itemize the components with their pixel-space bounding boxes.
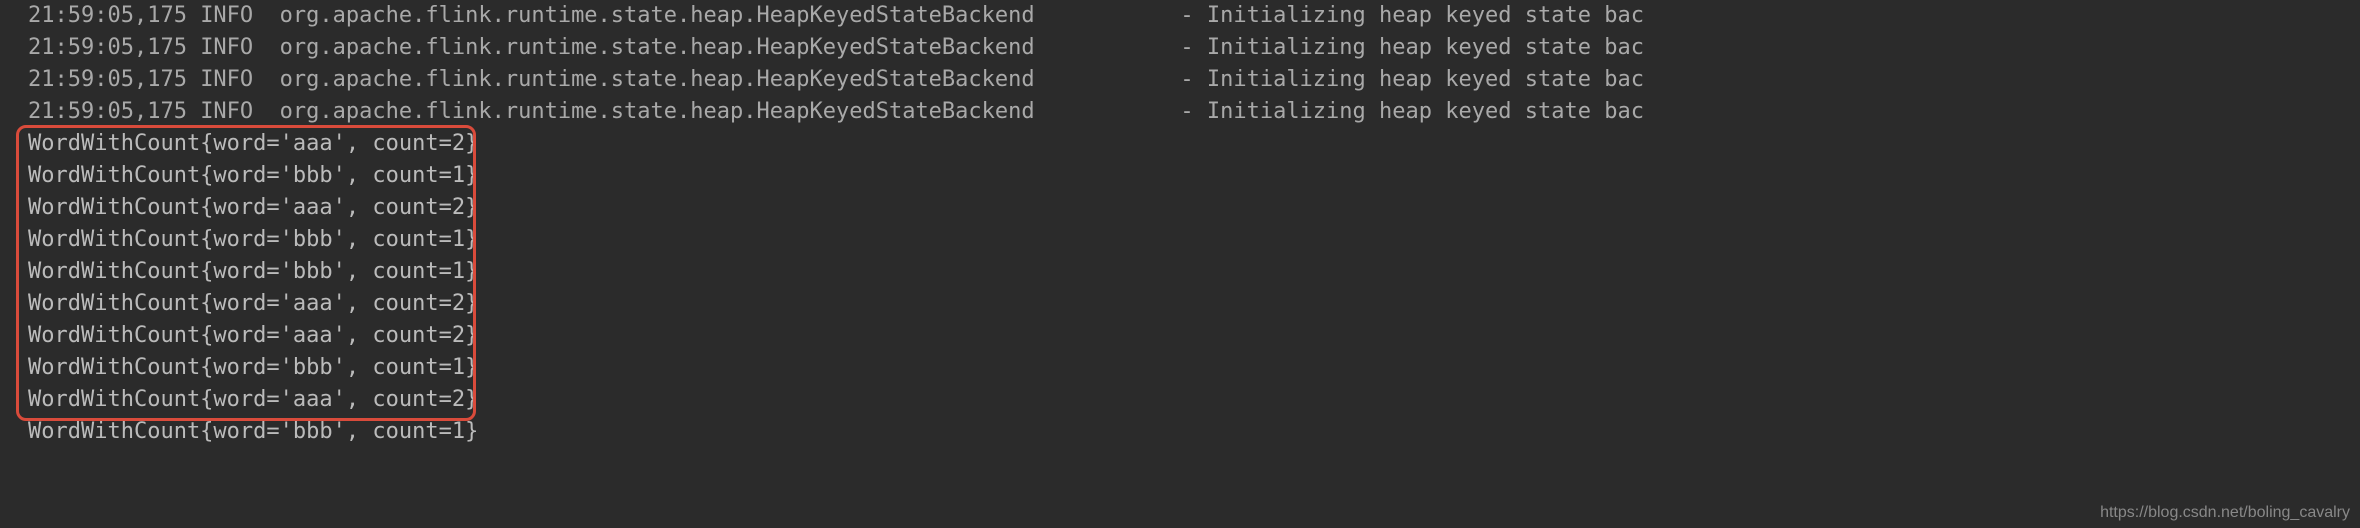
log-separator: - — [1180, 0, 1207, 32]
log-line: 21:59:05,175 INFO org.apache.flink.runti… — [0, 0, 2360, 32]
log-class: org.apache.flink.runtime.state.heap.Heap… — [280, 32, 1181, 64]
log-message: Initializing heap keyed state bac — [1207, 0, 1644, 32]
output-line: WordWithCount{word='aaa', count=2} — [0, 384, 2360, 416]
watermark-text: https://blog.csdn.net/boling_cavalry — [2100, 504, 2350, 522]
output-line: WordWithCount{word='bbb', count=1} — [0, 352, 2360, 384]
output-line: WordWithCount{word='bbb', count=1} — [0, 160, 2360, 192]
log-level: INFO — [200, 64, 279, 96]
log-line: 21:59:05,175 INFO org.apache.flink.runti… — [0, 32, 2360, 64]
log-timestamp: 21:59:05,175 — [28, 32, 200, 64]
output-line: WordWithCount{word='bbb', count=1} — [0, 256, 2360, 288]
log-level: INFO — [200, 96, 279, 128]
log-timestamp: 21:59:05,175 — [28, 64, 200, 96]
log-message: Initializing heap keyed state bac — [1207, 32, 1644, 64]
log-message: Initializing heap keyed state bac — [1207, 96, 1644, 128]
log-line: 21:59:05,175 INFO org.apache.flink.runti… — [0, 64, 2360, 96]
log-class: org.apache.flink.runtime.state.heap.Heap… — [280, 0, 1181, 32]
log-level: INFO — [200, 0, 279, 32]
log-separator: - — [1180, 32, 1207, 64]
output-line: WordWithCount{word='aaa', count=2} — [0, 288, 2360, 320]
output-line: WordWithCount{word='aaa', count=2} — [0, 192, 2360, 224]
output-line: WordWithCount{word='aaa', count=2} — [0, 320, 2360, 352]
log-level: INFO — [200, 32, 279, 64]
log-separator: - — [1180, 96, 1207, 128]
log-timestamp: 21:59:05,175 — [28, 96, 200, 128]
log-message: Initializing heap keyed state bac — [1207, 64, 1644, 96]
log-class: org.apache.flink.runtime.state.heap.Heap… — [280, 96, 1181, 128]
log-timestamp: 21:59:05,175 — [28, 0, 200, 32]
log-separator: - — [1180, 64, 1207, 96]
console-output: 21:59:05,175 INFO org.apache.flink.runti… — [0, 0, 2360, 448]
output-line: WordWithCount{word='bbb', count=1} — [0, 416, 2360, 448]
log-line: 21:59:05,175 INFO org.apache.flink.runti… — [0, 96, 2360, 128]
log-class: org.apache.flink.runtime.state.heap.Heap… — [280, 64, 1181, 96]
output-line: WordWithCount{word='bbb', count=1} — [0, 224, 2360, 256]
output-line: WordWithCount{word='aaa', count=2} — [0, 128, 2360, 160]
